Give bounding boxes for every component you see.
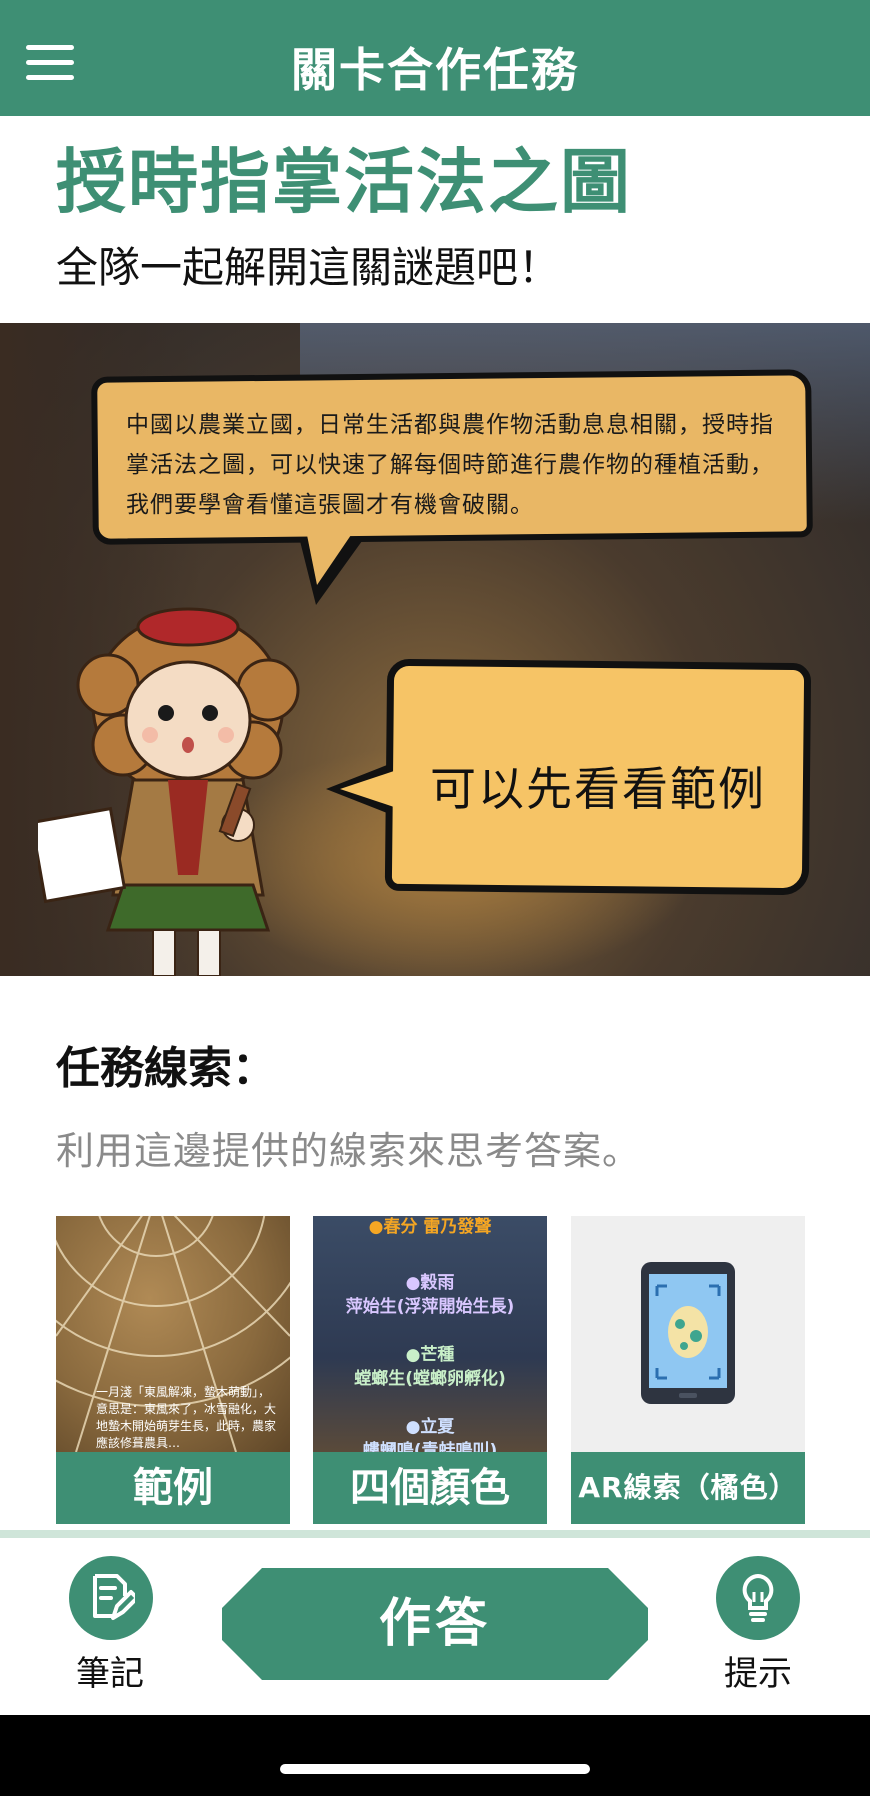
clue-card-example-caption: 一月淺「東風解凍，蟄木萌動」，意思是：東風來了，冰雪融化，大地蟄木開始萌芽生長，…: [96, 1385, 277, 1450]
stage-title: 授時指掌活法之圖: [56, 141, 632, 223]
clue-card-four-colors[interactable]: ●春分 雷乃發聲 ●穀雨 萍始生(浮萍開始生長) ●芒種 螳螂生(螳螂卵孵化) …: [313, 1216, 547, 1524]
clue-card-example-image: 一月淺「東風解凍，蟄木萌動」，意思是：東風來了，冰雪融化，大地蟄木開始萌芽生長，…: [56, 1216, 290, 1452]
story-banner: 中國以農業立國，日常生活都與農作物活動息息相關，授時指掌活法之圖，可以快速了解每…: [0, 323, 870, 976]
clues-description: 利用這邊提供的線索來思考答案。: [56, 1129, 642, 1173]
hint-button[interactable]: [716, 1556, 800, 1640]
answer-button[interactable]: 作答: [222, 1568, 648, 1680]
lightbulb-icon: [742, 1573, 774, 1622]
clue-card-four-colors-image: ●春分 雷乃發聲 ●穀雨 萍始生(浮萍開始生長) ●芒種 螳螂生(螳螂卵孵化) …: [313, 1216, 547, 1461]
clue-card-ar-image: [571, 1216, 805, 1452]
clue-card-ar-label: AR線索（橘色）: [571, 1452, 805, 1524]
intro-text: 中國以農業立國，日常生活都與農作物活動息息相關，授時指掌活法之圖，可以快速了解每…: [126, 412, 774, 518]
clue-card-ar[interactable]: AR線索（橘色）: [571, 1216, 805, 1524]
home-indicator-area: [0, 1715, 870, 1796]
home-indicator[interactable]: [280, 1764, 590, 1774]
page-title: 關卡合作任務: [291, 43, 579, 97]
note-button[interactable]: [69, 1556, 153, 1640]
note-pencil-icon: [93, 1574, 135, 1620]
note-label: 筆記: [76, 1654, 144, 1694]
guide-character-illustration: [38, 607, 300, 976]
clue-card-example[interactable]: 一月淺「東風解凍，蟄木萌動」，意思是：東風來了，冰雪融化，大地蟄木開始萌芽生長，…: [56, 1216, 290, 1524]
hint-bubble-text: 可以先看看範例: [430, 762, 766, 816]
top-app-bar: 關卡合作任務: [0, 0, 870, 116]
clues-heading: 任務線索：: [56, 1043, 276, 1094]
hint-label: 提示: [724, 1654, 792, 1694]
stage-subtitle: 全隊一起解開這關謎題吧！: [56, 243, 561, 292]
ar-phone-egg-icon: [641, 1262, 735, 1404]
clue-card-example-label: 範例: [56, 1452, 290, 1524]
divider: [0, 1530, 870, 1538]
clue-card-four-colors-label: 四個顏色: [313, 1452, 547, 1524]
